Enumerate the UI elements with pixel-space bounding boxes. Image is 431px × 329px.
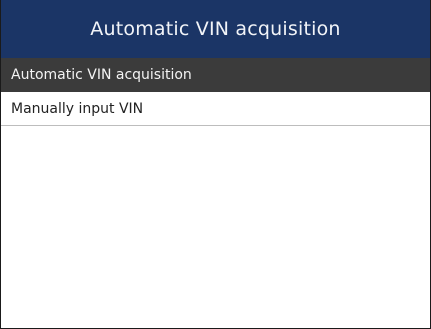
menu-item-manual-vin[interactable]: Manually input VIN (1, 92, 430, 126)
menu-item-label: Manually input VIN (11, 100, 144, 117)
menu-list: Automatic VIN acquisition Manually input… (1, 58, 430, 126)
vin-acquisition-screen: Automatic VIN acquisition Automatic VIN … (0, 0, 431, 329)
menu-item-automatic-vin[interactable]: Automatic VIN acquisition (1, 58, 430, 92)
page-title: Automatic VIN acquisition (90, 18, 341, 40)
title-bar: Automatic VIN acquisition (1, 0, 430, 58)
menu-item-label: Automatic VIN acquisition (11, 67, 192, 83)
